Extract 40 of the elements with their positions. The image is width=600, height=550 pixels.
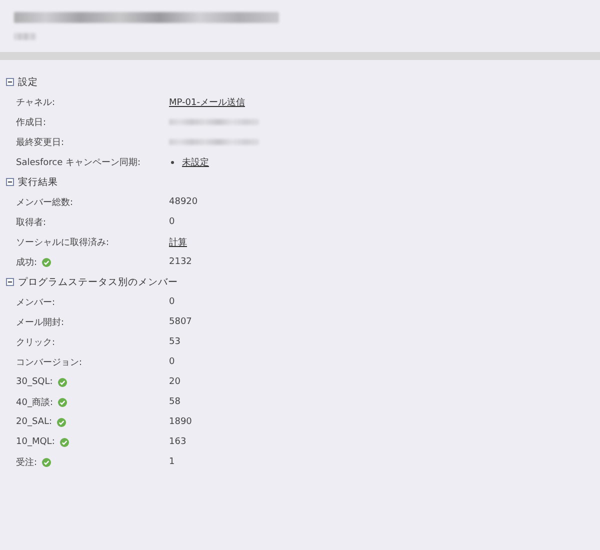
value-text: 1890 bbox=[169, 417, 192, 427]
collapse-icon[interactable] bbox=[6, 178, 14, 186]
field-label: 作成日: bbox=[16, 116, 46, 128]
field-label: 20_SAL: bbox=[16, 417, 52, 427]
collapse-icon[interactable] bbox=[6, 278, 14, 286]
section-title: 設定 bbox=[18, 76, 38, 88]
field-label: ソーシャルに取得済み: bbox=[16, 236, 110, 248]
field-label: 取得者: bbox=[16, 216, 46, 228]
field-label: Salesforce キャンペーン同期: bbox=[16, 156, 141, 168]
value-text: 58 bbox=[169, 397, 180, 407]
field-label: チャネル: bbox=[16, 96, 56, 108]
value-link[interactable]: MP-01-メール送信 bbox=[169, 96, 245, 108]
field-label: クリック: bbox=[16, 336, 56, 348]
value-text: 0 bbox=[169, 297, 175, 307]
value-text: 53 bbox=[169, 337, 180, 347]
field-label: 成功: bbox=[16, 256, 38, 268]
field-label: 10_MQL: bbox=[16, 437, 55, 447]
value-text: 0 bbox=[169, 357, 175, 367]
bullet-icon bbox=[171, 160, 174, 164]
field-label: 最終変更日: bbox=[16, 136, 64, 148]
field-label: 30_SQL: bbox=[16, 377, 53, 387]
collapse-icon[interactable] bbox=[6, 78, 14, 86]
value-text: 2132 bbox=[169, 257, 192, 267]
value-text: 48920 bbox=[169, 197, 198, 207]
value-text: 5807 bbox=[169, 317, 192, 327]
field-label: メンバー総数: bbox=[16, 196, 74, 208]
value-link[interactable]: 未設定 bbox=[182, 156, 209, 168]
value-text: 20 bbox=[169, 377, 180, 387]
field-label: メンバー: bbox=[16, 296, 56, 308]
section-title: 実行結果 bbox=[18, 176, 58, 188]
field-label: 40_商談: bbox=[16, 396, 53, 408]
value-text: 1 bbox=[169, 457, 175, 467]
value-link[interactable]: 計算 bbox=[169, 236, 187, 248]
redacted-subtitle bbox=[14, 33, 36, 40]
value-text: 0 bbox=[169, 217, 175, 227]
value-text: 163 bbox=[169, 437, 186, 447]
field-label: コンバージョン: bbox=[16, 356, 82, 368]
field-label: メール開封: bbox=[16, 316, 64, 328]
field-label: 受注: bbox=[16, 456, 38, 468]
section-title: プログラムステータス別のメンバー bbox=[18, 276, 178, 288]
